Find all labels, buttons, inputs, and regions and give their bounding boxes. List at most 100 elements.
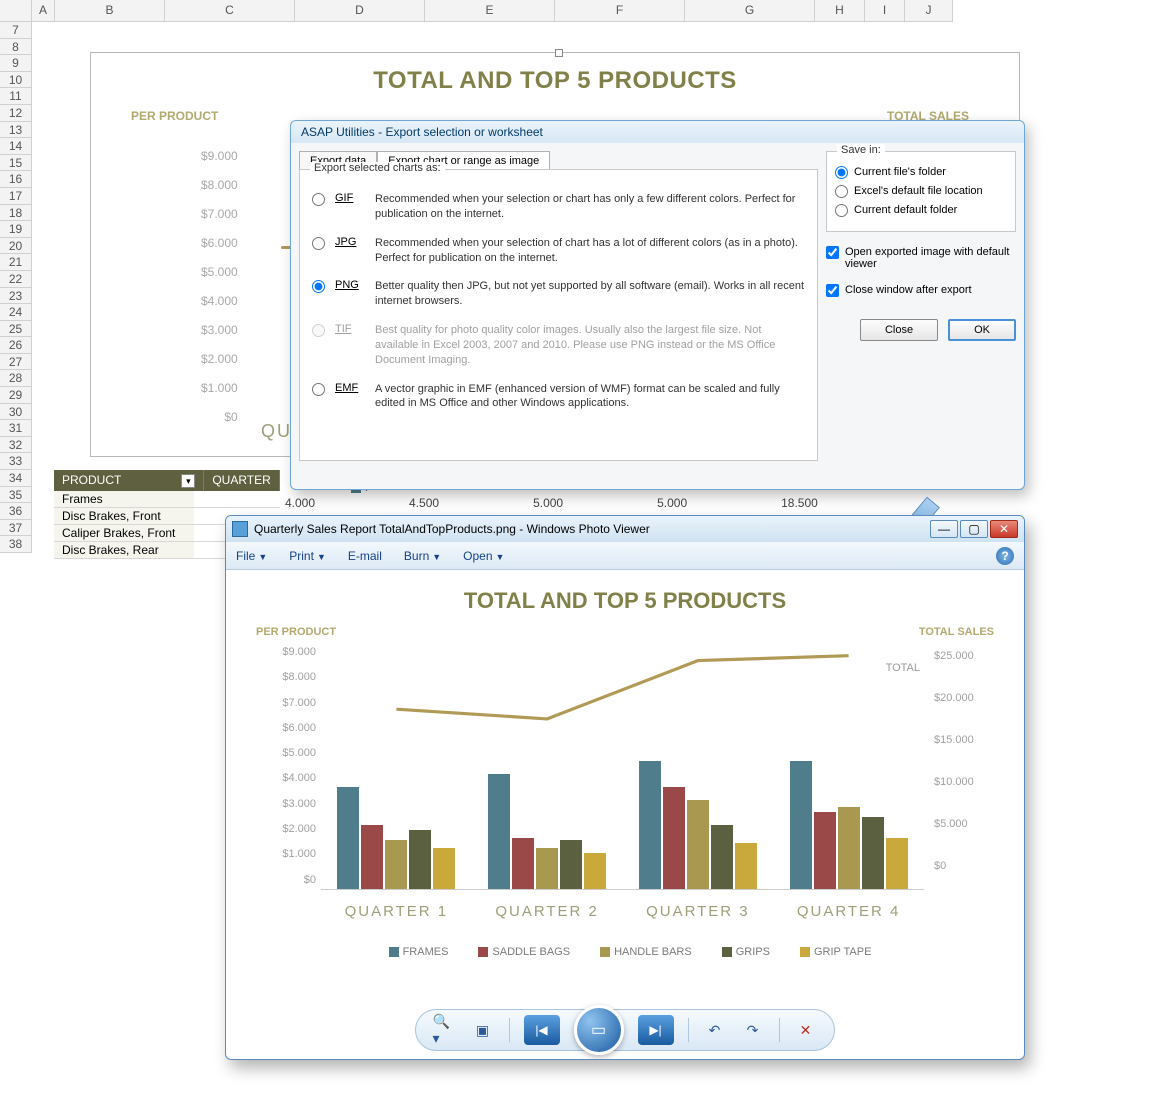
rotate-cw-icon[interactable]: ↷ [741,1018,765,1042]
pv-y2-ticks: $25.000$20.000$15.000$10.000$5.000$0 [934,650,994,902]
bar [687,800,709,889]
radio-png[interactable] [312,280,325,293]
row-header[interactable]: 36 [0,503,32,520]
row-header[interactable]: 8 [0,39,32,56]
save-option-label: Current file's folder [854,166,946,178]
pv-title: Quarterly Sales Report TotalAndTopProduc… [254,522,650,536]
radio-save-2[interactable] [835,204,848,217]
row-header[interactable]: 30 [0,404,32,421]
col-header[interactable]: I [865,0,905,22]
row-header[interactable]: 14 [0,138,32,155]
pv-plot-area: TOTAL [321,646,924,890]
radio-jpg[interactable] [312,237,325,250]
row-header[interactable]: 26 [0,337,32,354]
row-header[interactable]: 13 [0,122,32,139]
radio-emf[interactable] [312,383,325,396]
row-header[interactable]: 20 [0,238,32,255]
row-header[interactable]: 32 [0,437,32,454]
menu-e-mail[interactable]: E-mail [348,549,382,563]
menu-print[interactable]: Print▼ [289,549,326,563]
pv-y-ticks: $9.000$8.000$7.000$6.000$5.000$4.000$3.0… [266,646,316,899]
col-quarter[interactable]: QUARTER [204,470,279,491]
format-label: JPG [335,236,365,248]
radio-save-0[interactable] [835,166,848,179]
ok-button[interactable]: OK [948,319,1016,341]
row-header[interactable]: 33 [0,453,32,470]
maximize-button[interactable]: ▢ [960,520,988,538]
row-header[interactable]: 21 [0,254,32,271]
col-header[interactable]: J [905,0,953,22]
menu-burn[interactable]: Burn▼ [404,549,441,563]
col-product[interactable]: PRODUCT▾ [54,470,204,491]
bar [433,848,455,889]
fit-icon[interactable]: ▣ [471,1018,495,1042]
filter-dropdown-icon[interactable]: ▾ [181,474,195,488]
row-header[interactable]: 24 [0,304,32,321]
bar [838,807,860,889]
row-header[interactable]: 37 [0,520,32,537]
pv-chart-title: TOTAL AND TOP 5 PRODUCTS [256,588,994,614]
format-desc: A vector graphic in EMF (enhanced versio… [375,382,805,412]
prev-button[interactable]: |◀ [524,1015,560,1045]
row-header[interactable]: 25 [0,321,32,338]
menu-file[interactable]: File▼ [236,549,267,563]
bar [735,843,757,889]
row-header[interactable]: 11 [0,88,32,105]
row-header[interactable]: 10 [0,72,32,89]
col-header[interactable]: B [55,0,165,22]
row-header[interactable]: 19 [0,221,32,238]
radio-save-1[interactable] [835,185,848,198]
bar [711,825,733,889]
row-header[interactable]: 29 [0,387,32,404]
help-icon[interactable]: ? [996,547,1014,565]
table-header-row: PRODUCT▾ QUARTER [54,470,280,491]
slideshow-button[interactable]: ▭ [574,1005,624,1055]
bar [488,774,510,889]
col-header[interactable]: H [815,0,865,22]
col-header[interactable]: F [555,0,685,22]
select-all-corner[interactable] [0,0,32,22]
row-header[interactable]: 12 [0,105,32,122]
row-header[interactable]: 17 [0,188,32,205]
row-header[interactable]: 23 [0,288,32,305]
row-header[interactable]: 27 [0,354,32,371]
row-header[interactable]: 35 [0,487,32,504]
bar-group [790,761,908,889]
row-header[interactable]: 28 [0,370,32,387]
row-header[interactable]: 22 [0,271,32,288]
row-header[interactable]: 31 [0,420,32,437]
radio-tif [312,324,325,337]
col-header[interactable]: E [425,0,555,22]
checkbox-close-window[interactable] [826,284,839,297]
delete-icon[interactable]: ✕ [794,1018,818,1042]
row-header[interactable]: 15 [0,155,32,172]
close-button[interactable]: Close [860,319,938,341]
app-icon [232,521,248,537]
table-number-row: 4.0004.5005.0005.00018.500 [285,496,818,510]
row-header[interactable]: 16 [0,171,32,188]
row-header[interactable]: 18 [0,205,32,222]
row-header[interactable]: 34 [0,470,32,487]
zoom-icon[interactable]: 🔍 ▾ [433,1018,457,1042]
pv-titlebar[interactable]: Quarterly Sales Report TotalAndTopProduc… [226,516,1024,542]
pv-menubar: File▼ Print▼ E-mail Burn▼ Open▼? [226,542,1024,570]
pv-canvas: TOTAL AND TOP 5 PRODUCTS PER PRODUCT TOT… [226,570,1024,1000]
table-row[interactable]: Frames [54,491,280,508]
row-header[interactable]: 9 [0,55,32,72]
row-header[interactable]: 38 [0,536,32,553]
separator [688,1018,689,1042]
rotate-ccw-icon[interactable]: ↶ [703,1018,727,1042]
next-button[interactable]: ▶| [638,1015,674,1045]
row-header[interactable]: 7 [0,22,32,39]
radio-gif[interactable] [312,193,325,206]
fieldset-label: Export selected charts as: [310,162,445,174]
close-window-button[interactable]: ✕ [990,520,1018,538]
bar [361,825,383,889]
col-header[interactable]: G [685,0,815,22]
menu-open[interactable]: Open▼ [463,549,504,563]
col-header[interactable]: C [165,0,295,22]
minimize-button[interactable]: — [930,520,958,538]
col-header[interactable]: D [295,0,425,22]
col-header[interactable]: A [32,0,55,22]
checkbox-open-viewer[interactable] [826,246,839,259]
